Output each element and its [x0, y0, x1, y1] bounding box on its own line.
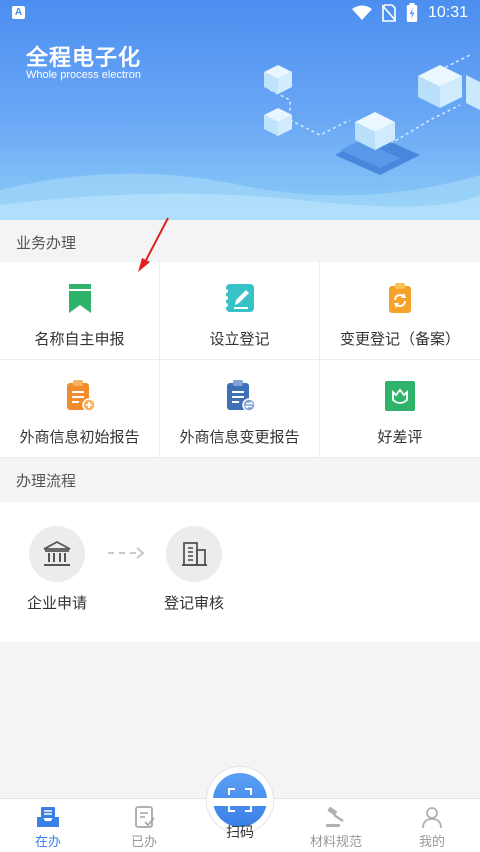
item-foreign-change-report[interactable]: 外商信息变更报告	[160, 360, 320, 458]
item-change-registration[interactable]: 变更登记（备案）	[320, 262, 480, 360]
item-foreign-initial-report[interactable]: 外商信息初始报告	[0, 360, 160, 458]
process-section-title: 办理流程	[16, 472, 77, 490]
clipboard-exchange-icon	[226, 380, 256, 412]
office-building-icon	[182, 542, 207, 566]
scan-button-notch	[207, 798, 273, 806]
process-flow: 企业申请 登记审核	[0, 502, 480, 642]
no-sim-icon	[381, 4, 396, 22]
dashed-arrow-right-icon	[108, 547, 145, 559]
battery-charging-icon	[406, 3, 418, 22]
flower-badge-icon	[385, 381, 415, 411]
item-establishment-registration[interactable]: 设立登记	[160, 262, 320, 360]
business-section-title: 业务办理	[16, 234, 77, 252]
item-label: 外商信息初始报告	[19, 428, 140, 446]
item-label: 变更登记（备案）	[339, 330, 460, 348]
inbox-tray-icon	[37, 807, 59, 827]
tab-completed[interactable]: 已办	[96, 799, 192, 852]
business-grid: 名称自主申报 设立登记 变更登记（备案） 外商信息初始报告 外商信息变更报告 好…	[0, 262, 480, 458]
business-section-header: 业务办理	[0, 220, 480, 262]
flow-step-circle	[29, 526, 85, 582]
clock-time: 10:31	[427, 4, 468, 21]
item-label: 名称自主申报	[34, 330, 125, 348]
item-label: 外商信息变更报告	[179, 428, 300, 446]
tab-label: 已办	[130, 835, 157, 850]
clipboard-add-icon	[66, 380, 96, 412]
clipboard-refresh-icon	[389, 283, 411, 313]
isometric-cubes-illustration	[0, 54, 480, 220]
scan-label: 扫码	[226, 825, 254, 841]
wifi-icon	[351, 5, 372, 20]
item-name-declaration[interactable]: 名称自主申报	[0, 262, 160, 360]
app-notification-icon: A	[12, 6, 25, 19]
status-icons: 10:31	[351, 3, 468, 23]
red-annotation-arrow-icon	[138, 217, 169, 272]
flow-step-label: 登记审核	[163, 594, 224, 612]
tab-label: 在办	[34, 835, 61, 850]
hero-banner: 全程电子化 Whole process electron	[0, 0, 480, 220]
process-section-header: 办理流程	[0, 458, 480, 502]
status-bar: A 10:31	[0, 0, 480, 28]
checklist-icon	[135, 806, 155, 828]
tab-material-standards[interactable]: 材料规范	[288, 799, 384, 852]
notebook-edit-icon	[223, 284, 254, 312]
item-label: 设立登记	[209, 330, 270, 348]
flow-step-label: 企业申请	[26, 594, 87, 612]
tab-mine[interactable]: 我的	[384, 799, 480, 852]
item-label: 好差评	[377, 428, 423, 446]
hero-subtitle: Whole process electron	[26, 69, 141, 81]
tab-label: 我的	[418, 835, 445, 850]
bookmark-icon	[68, 284, 91, 313]
flow-step-circle	[166, 526, 222, 582]
user-icon	[422, 807, 442, 829]
bank-building-icon	[43, 540, 71, 566]
hero-title: 全程电子化	[26, 46, 142, 71]
flow-step-registration-review: 登记审核	[149, 526, 239, 613]
gavel-icon	[326, 806, 344, 827]
tab-label: 材料规范	[309, 835, 362, 850]
tab-in-progress[interactable]: 在办	[0, 799, 96, 852]
flow-step-enterprise-apply: 企业申请	[12, 526, 102, 613]
item-good-bad-review[interactable]: 好差评	[320, 360, 480, 458]
